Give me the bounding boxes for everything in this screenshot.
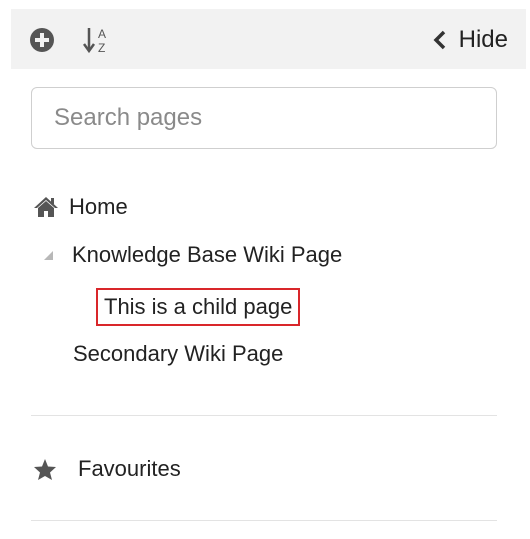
favourites-item[interactable]: Favourites: [33, 454, 181, 484]
tree-item-child-page-label: This is a child page: [104, 294, 293, 319]
expand-triangle-icon[interactable]: [43, 250, 53, 260]
sort-letter-bottom: Z: [98, 41, 105, 55]
section-divider: [31, 520, 497, 521]
sort-alpha-icon: A Z: [83, 27, 106, 55]
tree-item-secondary-wiki-label: Secondary Wiki Page: [73, 341, 284, 366]
chevron-left-icon: [433, 30, 445, 50]
section-divider: [31, 415, 497, 416]
tree-item-child-page[interactable]: This is a child page: [96, 288, 301, 326]
tree-item-home[interactable]: Home: [33, 192, 128, 222]
sort-button[interactable]: A Z: [82, 25, 112, 55]
add-page-button[interactable]: [27, 25, 57, 55]
favourites-label: Favourites: [78, 456, 181, 481]
sidebar-toolbar: A Z Hide: [11, 9, 526, 69]
tree-item-knowledge-base[interactable]: Knowledge Base Wiki Page: [43, 240, 342, 270]
plus-circle-icon: [30, 28, 54, 52]
home-icon: [34, 197, 58, 217]
tree-item-secondary-wiki[interactable]: Secondary Wiki Page: [73, 339, 283, 369]
hide-sidebar-button[interactable]: Hide: [433, 23, 508, 57]
sort-letter-top: A: [98, 27, 106, 41]
wiki-sidebar: A Z Hide Home Knowledge Base Wiki Page T…: [11, 9, 526, 539]
tree-item-home-label: Home: [69, 194, 128, 219]
tree-item-knowledge-base-label: Knowledge Base Wiki Page: [72, 242, 343, 267]
star-icon: [34, 458, 56, 480]
hide-label: Hide: [458, 26, 508, 53]
search-pages-input[interactable]: [31, 87, 497, 149]
